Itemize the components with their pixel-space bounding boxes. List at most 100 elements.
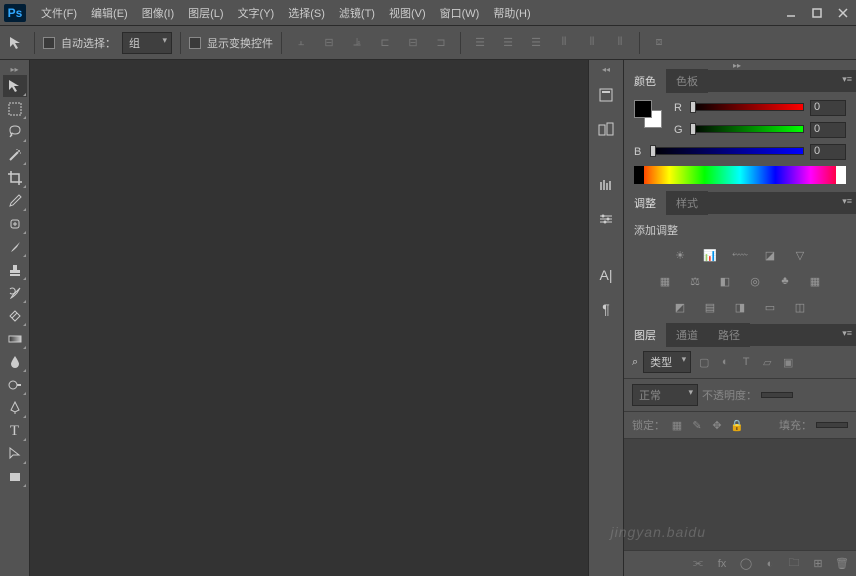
marquee-tool[interactable] [3, 98, 27, 120]
toolbox-expand[interactable]: ▸▸ [0, 64, 29, 74]
menu-edit[interactable]: 编辑(E) [84, 1, 135, 25]
color-panel-menu-icon[interactable]: ▾≡ [842, 74, 852, 85]
r-value[interactable]: 0 [810, 100, 846, 116]
g-slider[interactable] [690, 125, 804, 135]
align-top-icon[interactable]: ⫠ [290, 32, 312, 54]
dodge-tool[interactable] [3, 374, 27, 396]
blend-mode-dropdown[interactable]: 正常 [632, 384, 698, 406]
menu-filter[interactable]: 滤镜(T) [332, 1, 382, 25]
tab-swatches[interactable]: 色板 [666, 69, 708, 93]
exposure-icon[interactable]: ◪ [760, 246, 780, 264]
distribute-hcenter-icon[interactable]: ⦀ [581, 32, 603, 54]
paragraph-panel-icon[interactable]: ¶ [593, 296, 619, 322]
filter-smart-icon[interactable]: ▣ [780, 354, 796, 370]
tab-layers[interactable]: 图层 [624, 323, 666, 347]
gradient-tool[interactable] [3, 328, 27, 350]
crop-tool[interactable] [3, 167, 27, 189]
auto-select-dropdown[interactable]: 组 [122, 32, 172, 54]
blur-tool[interactable] [3, 351, 27, 373]
pen-tool[interactable] [3, 397, 27, 419]
g-value[interactable]: 0 [810, 122, 846, 138]
foreground-swatch[interactable] [634, 100, 652, 118]
distribute-bottom-icon[interactable]: ☰ [525, 32, 547, 54]
lock-all-icon[interactable]: 🔒 [729, 417, 745, 433]
lasso-tool[interactable] [3, 121, 27, 143]
filter-type-icon[interactable]: T [738, 354, 754, 370]
lock-position-icon[interactable]: ✥ [709, 417, 725, 433]
tab-channels[interactable]: 通道 [666, 323, 708, 347]
fg-bg-swatches[interactable] [634, 100, 662, 128]
character-panel-icon[interactable]: A| [593, 262, 619, 288]
show-transform-checkbox[interactable] [189, 37, 201, 49]
menu-layer[interactable]: 图层(L) [181, 1, 230, 25]
menu-image[interactable]: 图像(I) [135, 1, 181, 25]
menu-select[interactable]: 选择(S) [281, 1, 332, 25]
bw-icon[interactable]: ◧ [715, 272, 735, 290]
menu-view[interactable]: 视图(V) [382, 1, 433, 25]
link-layers-icon[interactable]: ⫘ [690, 556, 706, 572]
threshold-icon[interactable]: ◨ [730, 298, 750, 316]
align-vcenter-icon[interactable]: ⊟ [318, 32, 340, 54]
posterize-icon[interactable]: ▤ [700, 298, 720, 316]
eyedropper-tool[interactable] [3, 190, 27, 212]
magic-wand-tool[interactable] [3, 144, 27, 166]
photo-filter-icon[interactable]: ◎ [745, 272, 765, 290]
distribute-top-icon[interactable]: ☰ [469, 32, 491, 54]
menu-file[interactable]: 文件(F) [34, 1, 84, 25]
filter-pixel-icon[interactable]: ▢ [696, 354, 712, 370]
auto-select-checkbox[interactable] [43, 37, 55, 49]
distribute-vcenter-icon[interactable]: ☰ [497, 32, 519, 54]
move-tool[interactable] [3, 75, 27, 97]
b-value[interactable]: 0 [810, 144, 846, 160]
new-group-icon[interactable]: 🗀 [786, 556, 802, 572]
hue-icon[interactable]: ▦ [655, 272, 675, 290]
stamp-tool[interactable] [3, 259, 27, 281]
color-spectrum[interactable] [634, 166, 846, 184]
align-hcenter-icon[interactable]: ⊟ [402, 32, 424, 54]
selective-color-icon[interactable]: ◫ [790, 298, 810, 316]
tab-color[interactable]: 颜色 [624, 69, 666, 93]
brush-tool[interactable] [3, 236, 27, 258]
properties-panel-icon[interactable] [593, 116, 619, 142]
menu-type[interactable]: 文字(Y) [231, 1, 282, 25]
b-slider[interactable] [650, 147, 804, 157]
align-left-icon[interactable]: ⊏ [374, 32, 396, 54]
delete-layer-icon[interactable]: 🗑 [834, 556, 850, 572]
levels-icon[interactable]: 📊 [700, 246, 720, 264]
dock-expand[interactable]: ◂◂ [589, 64, 623, 74]
adjust-panel-menu-icon[interactable]: ▾≡ [842, 196, 852, 207]
opacity-field[interactable] [761, 392, 793, 398]
eraser-tool[interactable] [3, 305, 27, 327]
minimize-button[interactable] [778, 4, 804, 22]
r-slider[interactable] [690, 103, 804, 113]
filter-shape-icon[interactable]: ▱ [759, 354, 775, 370]
rectangle-tool[interactable] [3, 466, 27, 488]
brush-presets-icon[interactable] [593, 206, 619, 232]
align-bottom-icon[interactable]: ⫡ [346, 32, 368, 54]
invert-icon[interactable]: ◩ [670, 298, 690, 316]
type-tool[interactable]: T [3, 420, 27, 442]
layer-style-icon[interactable]: fx [714, 556, 730, 572]
tab-paths[interactable]: 路径 [708, 323, 750, 347]
align-right-icon[interactable]: ⊐ [430, 32, 452, 54]
channel-mixer-icon[interactable]: ♣ [775, 272, 795, 290]
filter-kind-dropdown[interactable]: 类型 [643, 351, 691, 373]
new-fill-layer-icon[interactable]: ◐ [762, 556, 778, 572]
path-select-tool[interactable] [3, 443, 27, 465]
color-lookup-icon[interactable]: ▦ [805, 272, 825, 290]
history-brush-tool[interactable] [3, 282, 27, 304]
history-panel-icon[interactable] [593, 82, 619, 108]
healing-brush-tool[interactable] [3, 213, 27, 235]
brightness-icon[interactable]: ☀ [670, 246, 690, 264]
brushes-panel-icon[interactable] [593, 172, 619, 198]
current-tool-icon[interactable] [6, 33, 26, 53]
3d-mode-icon[interactable]: ⧈ [648, 32, 670, 54]
curves-icon[interactable]: ⬳ [730, 246, 750, 264]
search-icon[interactable]: ⌕ [632, 356, 638, 369]
menu-help[interactable]: 帮助(H) [486, 1, 537, 25]
lock-transparent-icon[interactable]: ▦ [669, 417, 685, 433]
tab-styles[interactable]: 样式 [666, 191, 708, 215]
gradient-map-icon[interactable]: ▭ [760, 298, 780, 316]
distribute-left-icon[interactable]: ⦀ [553, 32, 575, 54]
canvas-area[interactable] [30, 60, 588, 576]
